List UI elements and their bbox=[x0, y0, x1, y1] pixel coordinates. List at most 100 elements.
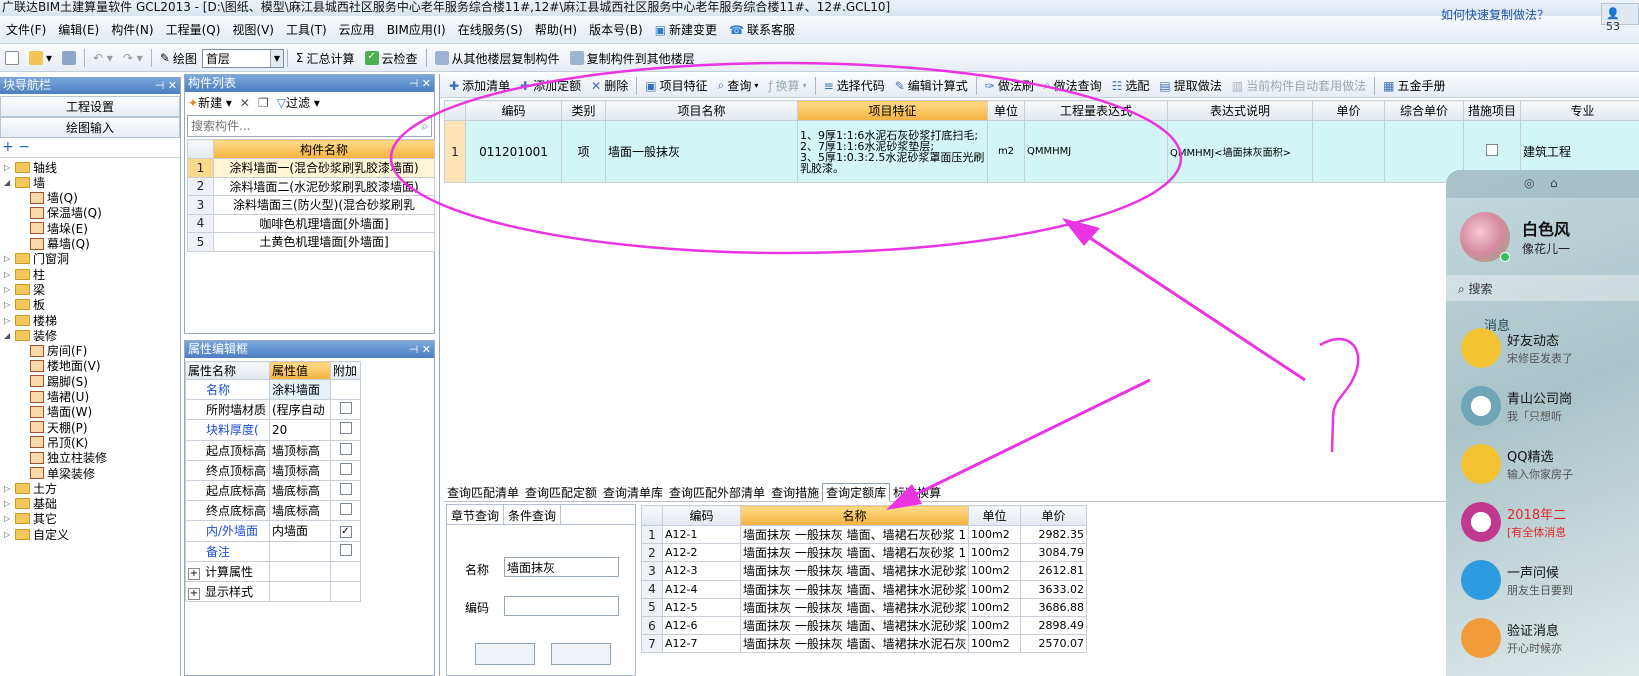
method-toolbar-button[interactable]: ▣ 项目特征 bbox=[640, 77, 712, 94]
qq-message-item[interactable]: 好友动态 宋修臣发表了 bbox=[1446, 328, 1639, 386]
expander-icon[interactable]: ▷ bbox=[4, 270, 12, 279]
tree-item[interactable]: ▷ 楼梯 bbox=[4, 312, 57, 328]
table-row[interactable]: 内/外墙面 内墙面 ✓ bbox=[185, 520, 361, 542]
query-tab[interactable]: 查询匹配外部清单 bbox=[666, 484, 768, 501]
cell-expression[interactable]: QMMHMJ bbox=[1024, 120, 1168, 183]
qq-message-item[interactable]: 青山公司崗 我「只想听 bbox=[1446, 386, 1639, 444]
extra-checkbox[interactable]: ✓ bbox=[339, 526, 352, 539]
search-icon[interactable]: ⌕ bbox=[421, 119, 428, 134]
quota-name-cell[interactable]: 墙面抹灰 一般抹灰 墙面、墙裙抹水泥石灰 bbox=[740, 634, 969, 654]
column-header[interactable]: 项目特征 bbox=[797, 100, 988, 121]
quota-code-cell[interactable]: A12-6 bbox=[662, 615, 741, 636]
measure-checkbox[interactable] bbox=[1486, 144, 1498, 156]
tree-item[interactable]: 单梁装修 bbox=[30, 465, 95, 481]
tree-item[interactable]: ▷ 柱 bbox=[4, 266, 45, 282]
property-value-cell[interactable] bbox=[269, 540, 331, 562]
menu-item[interactable]: 工程量(Q) bbox=[160, 21, 227, 38]
qq-message-item[interactable]: 2018年二 [有全体消息 bbox=[1446, 502, 1639, 560]
extra-checkbox[interactable] bbox=[339, 462, 352, 475]
method-toolbar-button[interactable]: ✚ 添加清单 bbox=[444, 77, 515, 94]
extra-checkbox[interactable] bbox=[339, 543, 352, 556]
tree-item[interactable]: 墙(Q) bbox=[30, 190, 78, 206]
draw-input-button[interactable]: 绘图输入 bbox=[0, 117, 180, 138]
cell-type[interactable]: 项 bbox=[561, 120, 606, 183]
quota-name-cell[interactable]: 墙面抹灰 一般抹灰 墙面、墙裙抹水泥砂浆 bbox=[740, 561, 969, 581]
quota-name-cell[interactable]: 墙面抹灰 一般抹灰 墙面、墙裙抹水泥砂浆 bbox=[740, 597, 969, 617]
query-tab[interactable]: 查询匹配定额 bbox=[522, 484, 600, 501]
quota-price-cell[interactable]: 2570.07 bbox=[1020, 634, 1087, 654]
new-change-button[interactable]: ▣ 新建变更 bbox=[649, 21, 723, 38]
table-row[interactable]: 3 A12-3 墙面抹灰 一般抹灰 墙面、墙裙抹水泥砂浆 100m2 2612.81 bbox=[641, 561, 1087, 581]
menu-item[interactable]: 版本号(B) bbox=[583, 21, 649, 38]
column-header[interactable]: 单位 bbox=[968, 505, 1021, 526]
expander-icon[interactable]: ▷ bbox=[4, 300, 12, 309]
quota-price-cell[interactable]: 2612.81 bbox=[1020, 561, 1087, 581]
tree-item[interactable]: 墙垛(E) bbox=[30, 220, 88, 236]
table-row[interactable]: 所附墙材质 (程序自动 bbox=[185, 399, 361, 421]
quota-unit-cell[interactable]: 100m2 bbox=[968, 634, 1021, 654]
column-header[interactable]: 单价 bbox=[1312, 100, 1385, 121]
menu-item[interactable]: 在线服务(S) bbox=[452, 21, 529, 38]
quota-unit-cell[interactable]: 100m2 bbox=[968, 597, 1021, 617]
expander-icon[interactable]: ▷ bbox=[4, 484, 12, 493]
property-value-cell[interactable]: 墙顶标高 bbox=[269, 439, 331, 461]
tree-item[interactable]: ▷ 其它 bbox=[4, 511, 57, 527]
query-tab[interactable]: 查询清单库 bbox=[600, 484, 666, 501]
component-name-cell[interactable]: 涂料墙面三(防火型)(混合砂浆刷乳 bbox=[213, 195, 435, 215]
table-row[interactable]: 块料厚度(20 bbox=[185, 419, 361, 441]
save-button[interactable] bbox=[57, 51, 81, 65]
table-row[interactable]: 起点顶标高 墙顶标高 bbox=[185, 439, 361, 461]
expander-icon[interactable]: ▷ bbox=[4, 163, 12, 172]
quota-code-cell[interactable]: A12-1 bbox=[662, 524, 741, 545]
method-toolbar-button[interactable]: ⌕ 查询 ▾ bbox=[713, 77, 764, 94]
property-value-cell[interactable]: 内墙面 bbox=[269, 520, 331, 542]
menu-item[interactable]: 编辑(E) bbox=[52, 21, 105, 38]
qq-message-item[interactable]: QQ精选 输入你家房子 bbox=[1446, 444, 1639, 502]
cell-unit[interactable]: m2 bbox=[987, 120, 1025, 183]
table-row[interactable]: + 计算属性 bbox=[185, 560, 361, 582]
component-search-box[interactable]: ⌕ bbox=[187, 115, 432, 137]
column-header[interactable]: 综合单价 bbox=[1384, 100, 1464, 121]
settings-icon[interactable]: ◎ bbox=[1524, 176, 1534, 190]
quota-price-cell[interactable]: 3084.79 bbox=[1020, 543, 1087, 563]
tree-item[interactable]: ▷ 自定义 bbox=[4, 526, 69, 542]
method-toolbar-button[interactable]: ▥ 当前构件自动套用做法 bbox=[1227, 77, 1371, 94]
tree-item[interactable]: ▷ 梁 bbox=[4, 281, 45, 297]
menu-item[interactable]: 文件(F) bbox=[0, 21, 52, 38]
qq-search[interactable]: ⌕ 搜索 bbox=[1446, 275, 1639, 301]
property-value-cell[interactable]: 墙底标高 bbox=[269, 479, 331, 502]
expander-icon[interactable]: ▷ bbox=[4, 499, 12, 508]
component-search-input[interactable] bbox=[191, 119, 391, 133]
query-tab[interactable]: 标准换算 bbox=[890, 484, 944, 501]
expander-icon[interactable]: ▷ bbox=[4, 254, 12, 263]
tree-item[interactable]: ▷ 门窗洞 bbox=[4, 251, 69, 267]
method-toolbar-button[interactable]: ▤ 提取做法 bbox=[1154, 77, 1226, 94]
expander-icon[interactable]: ▷ bbox=[4, 514, 12, 523]
new-file-button[interactable] bbox=[0, 51, 24, 65]
column-header[interactable]: 类别 bbox=[561, 100, 606, 121]
table-row[interactable]: 1 涂料墙面一(混合砂浆刷乳胶漆墙面) bbox=[187, 158, 435, 178]
column-header[interactable]: 单价 bbox=[1020, 505, 1087, 526]
query-subtab[interactable]: 条件查询 bbox=[503, 505, 562, 524]
query-tab[interactable]: 查询定额库 bbox=[822, 483, 891, 502]
property-value-cell[interactable]: 墙底标高 bbox=[269, 500, 331, 522]
expand-all-icon[interactable]: + bbox=[2, 139, 14, 155]
cell-price[interactable] bbox=[1312, 120, 1385, 183]
quota-unit-cell[interactable]: 100m2 bbox=[968, 561, 1021, 581]
open-file-button[interactable]: ▾ bbox=[24, 51, 57, 65]
pin-close-icon[interactable]: ⊣ ✕ bbox=[155, 77, 177, 94]
table-row[interactable]: 备注 bbox=[185, 540, 361, 562]
table-row[interactable]: 5 A12-5 墙面抹灰 一般抹灰 墙面、墙裙抹水泥砂浆 100m2 3686.88 bbox=[641, 597, 1087, 617]
extra-checkbox[interactable] bbox=[339, 442, 352, 455]
expander-icon[interactable]: ◢ bbox=[4, 178, 12, 187]
copy-component-button[interactable]: ❐ bbox=[258, 96, 269, 110]
menu-item[interactable]: 帮助(H) bbox=[529, 21, 583, 38]
cell-name[interactable]: 墙面一般抹灰 bbox=[605, 120, 798, 183]
tree-item[interactable]: 保温墙(Q) bbox=[30, 205, 102, 221]
property-value-cell[interactable] bbox=[269, 560, 331, 582]
name-input[interactable] bbox=[504, 557, 619, 577]
tree-item[interactable]: ◢ 墙 bbox=[4, 174, 45, 190]
quota-name-cell[interactable]: 墙面抹灰 一般抹灰 墙面、墙裙石灰砂浆 1 bbox=[740, 543, 969, 563]
table-row[interactable]: 终点顶标高 墙顶标高 bbox=[185, 459, 361, 481]
tree-item[interactable]: 房间(F) bbox=[30, 343, 87, 359]
